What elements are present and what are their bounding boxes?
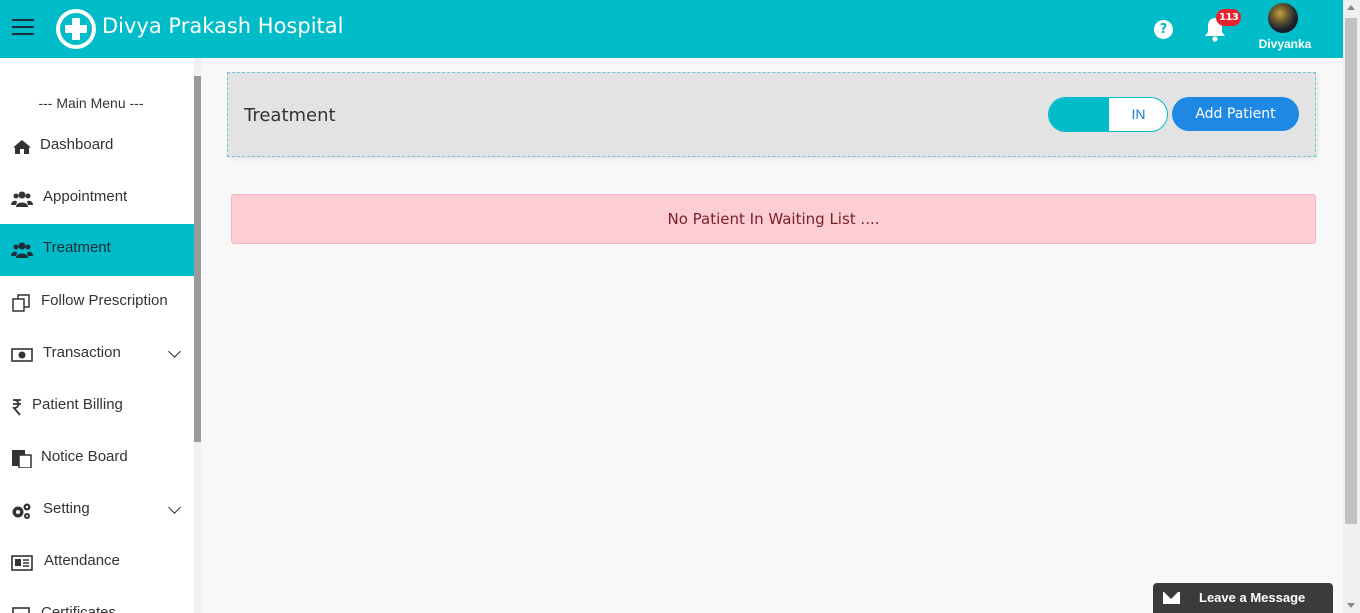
sidebar-item-label: Patient Billing <box>32 396 123 413</box>
sidebar-item-dashboard[interactable]: Dashboard <box>0 121 194 173</box>
toggle-label: IN <box>1131 106 1146 122</box>
users-icon <box>11 242 33 258</box>
sidebar-scrollbar[interactable] <box>194 58 201 613</box>
scroll-down-arrow-icon[interactable] <box>1347 603 1355 608</box>
sidebar-item-appointment[interactable]: Appointment <box>0 173 194 225</box>
in-out-toggle[interactable]: IN <box>1048 97 1168 132</box>
sidebar-item-transaction[interactable]: Transaction <box>0 329 194 381</box>
page-scrollbar-thumb[interactable] <box>1345 18 1357 524</box>
leave-message-widget[interactable]: Leave a Message <box>1153 583 1333 613</box>
sidebar-item-notice-board[interactable]: Notice Board <box>0 433 194 485</box>
user-name[interactable]: Divyanka <box>1240 37 1330 51</box>
top-navbar: Divya Prakash Hospital ? 113 Divyanka <box>0 0 1343 58</box>
hamburger-menu-icon[interactable] <box>12 19 34 37</box>
add-patient-button[interactable]: Add Patient <box>1172 97 1299 131</box>
sidebar-item-follow-prescription[interactable]: Follow Prescription <box>0 277 194 329</box>
brand-name[interactable]: Divya Prakash Hospital <box>102 14 343 38</box>
chevron-down-icon <box>168 345 181 358</box>
page-title: Treatment <box>244 105 336 126</box>
page-scrollbar[interactable] <box>1343 0 1360 613</box>
sidebar-item-label: Attendance <box>44 552 120 569</box>
home-icon <box>13 140 31 154</box>
sidebar-item-label: Dashboard <box>40 136 114 153</box>
users-icon <box>11 191 33 207</box>
page-header-card: Treatment IN Add Patient <box>227 72 1316 157</box>
sidebar-item-label: Appointment <box>43 188 128 205</box>
chevron-down-icon <box>168 501 181 514</box>
help-icon[interactable]: ? <box>1154 20 1173 39</box>
sidebar-scrollbar-thumb[interactable] <box>194 76 201 442</box>
sidebar-item-label: Certificates <box>41 604 117 613</box>
sidebar-item-setting[interactable]: Setting <box>0 485 194 537</box>
sidebar-item-treatment[interactable]: Treatment <box>0 224 194 276</box>
sidebar-item-label: Transaction <box>43 344 121 361</box>
id-card-icon <box>11 555 33 571</box>
copy-icon <box>12 294 30 312</box>
clipboard-icon <box>12 450 32 468</box>
money-icon <box>11 348 33 362</box>
sidebar-item-label: Notice Board <box>41 448 128 465</box>
notification-count-badge: 113 <box>1216 9 1242 26</box>
cogs-icon <box>12 503 31 519</box>
user-avatar[interactable] <box>1268 3 1298 33</box>
sidebar-item-label: Treatment <box>43 239 111 256</box>
sidebar-item-attendance[interactable]: Attendance <box>0 537 194 589</box>
sidebar-item-label: Follow Prescription <box>41 292 168 309</box>
scroll-up-arrow-icon[interactable] <box>1347 5 1355 10</box>
certificate-icon <box>12 607 30 613</box>
toggle-knob <box>1049 98 1109 131</box>
main-menu-title: --- Main Menu --- <box>38 95 144 111</box>
sidebar-item-label: Setting <box>43 500 90 517</box>
sidebar-item-certificates[interactable]: Certificates <box>0 589 194 613</box>
sidebar-item-patient-billing[interactable]: Patient Billing <box>0 381 194 433</box>
empty-waiting-list-alert: No Patient In Waiting List .... <box>231 194 1316 244</box>
hospital-logo-icon[interactable] <box>56 9 96 49</box>
leave-message-label: Leave a Message <box>1199 590 1306 605</box>
envelope-icon <box>1163 592 1180 604</box>
rupee-icon <box>12 399 21 416</box>
sidebar: --- Main Menu --- Dashboard Appointment … <box>0 58 194 613</box>
